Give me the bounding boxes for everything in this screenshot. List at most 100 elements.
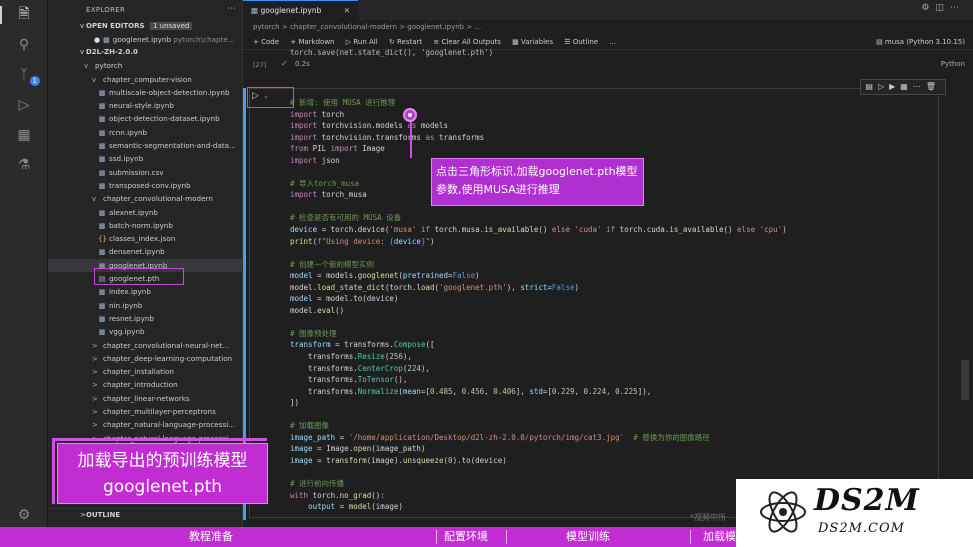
tree-item-label: classes_index.json (109, 234, 176, 244)
nav-model-training[interactable]: 模型训练 (566, 527, 610, 547)
open-editor-item[interactable]: ● ▩ googlenet.ipynb pytorch\chapte... (48, 33, 242, 46)
nav-tutorial-prep[interactable]: 教程准备 (189, 527, 233, 547)
explorer-icon[interactable]: 🗎 (0, 0, 48, 30)
code-token: # 图像预处理 (290, 328, 337, 338)
tree-item[interactable]: ▩ index.ipynb (48, 285, 242, 298)
run-debug-icon[interactable]: ▷ (0, 90, 48, 120)
code-line: transforms.Normalize(mean=[0.485, 0.456,… (290, 386, 787, 398)
run-all-button[interactable]: ▷ Run All (346, 38, 378, 46)
more-button[interactable]: ... (609, 38, 616, 46)
tree-item-label: neural-style.ipynb (109, 101, 174, 111)
code-token: 224 (407, 363, 421, 373)
tree-item[interactable]: {} classes_index.json (48, 232, 242, 245)
tree-item[interactable]: > chapter_deep-learning-computation (48, 352, 242, 365)
nb-file-icon: ▩ (98, 128, 106, 137)
source-control-icon[interactable]: ᛉ1 (0, 60, 48, 90)
tree-item-label: chapter_convolutional-neural-net... (103, 340, 230, 350)
outline-icon: ☰ (564, 38, 573, 46)
settings-icon[interactable]: ⚙ (0, 500, 48, 530)
code-token: = (312, 455, 327, 465)
nav-load-model[interactable]: 加载模 (703, 527, 736, 547)
code-token: unsqueeze (402, 455, 444, 465)
outline-section[interactable]: > OUTLINE (48, 508, 242, 521)
more-actions-icon[interactable]: ⋯ (227, 4, 236, 14)
restart-button[interactable]: ↻ Restart (389, 38, 422, 46)
close-icon[interactable]: ✕ (344, 1, 350, 20)
tree-item[interactable]: ▩ semantic-segmentation-and-data... (48, 139, 242, 152)
tree-item-label: chapter_deep-learning-computation (103, 353, 233, 363)
extensions-icon[interactable]: ▦ (0, 120, 48, 150)
outline-button[interactable]: ☰ Outline (564, 38, 598, 46)
tree-item[interactable]: ▦ submission.csv (48, 166, 242, 179)
code-line: # 检查是否有可用的 MUSA 设备 (290, 212, 787, 224)
tree-item[interactable]: ▩ neural-style.ipynb (48, 99, 242, 112)
open-editors-section[interactable]: v OPEN EDITORS 1 unsaved (48, 20, 242, 33)
tree-item[interactable]: ▩ densenet.ipynb (48, 245, 242, 258)
workspace-root[interactable]: v D2L-ZH-2.0.0 (48, 46, 242, 59)
tree-item-label: index.ipynb (109, 287, 151, 297)
tree-item[interactable]: v pytorch (48, 59, 242, 72)
tree-item[interactable]: ▩ batch-norm.ipynb (48, 219, 242, 232)
code-token: = model. (312, 294, 354, 304)
tree-item[interactable]: > chapter_linear-networks (48, 392, 242, 405)
add-markdown-button[interactable]: + Markdown (290, 38, 334, 46)
tree-item[interactable]: ▩ alexnet.ipynb (48, 206, 242, 219)
tree-item[interactable]: > chapter_introduction (48, 378, 242, 391)
tree-item[interactable]: > chapter_multilayer-perceptrons (48, 405, 242, 418)
tree-item[interactable]: ▩ transposed-conv.ipynb (48, 179, 242, 192)
tree-item[interactable]: ▩ vgg.ipynb (48, 325, 242, 338)
tree-item[interactable]: ▩ multiscale-object-detection.ipynb (48, 86, 242, 99)
tree-item[interactable]: > chapter_natural-language-processi... (48, 418, 242, 431)
code-token: 0.485 (429, 386, 453, 396)
cell-language[interactable]: Python (941, 60, 965, 68)
unsaved-badge: 1 unsaved (149, 22, 193, 30)
scm-badge: 1 (29, 76, 40, 86)
testing-icon[interactable]: ⚗ (0, 150, 48, 180)
tab-googlenet[interactable]: ▩ googlenet.ipynb ✕ (243, 0, 358, 20)
tree-item[interactable]: > chapter_convolutional-neural-net... (48, 339, 242, 352)
code-line: # 加载图像 (290, 420, 787, 432)
code-token: , (484, 386, 494, 396)
clear-outputs-button[interactable]: ≡ Clear All Outputs (433, 38, 501, 46)
code-token: image (290, 455, 313, 465)
editor: ▩ googlenet.ipynb ✕ ⚙◫⋯ pytorch > chapte… (243, 0, 973, 527)
tree-item-label: vgg.ipynb (109, 327, 145, 337)
tree-item[interactable]: ▩ ssd.ipynb (48, 152, 242, 165)
code-token: torch. (308, 490, 340, 500)
tree-item[interactable]: ▩ nin.ipynb (48, 299, 242, 312)
code-token: output (308, 502, 336, 512)
code-token: Image (357, 144, 385, 154)
code-token: transforms. (290, 363, 358, 373)
scrollbar-thumb[interactable] (961, 360, 969, 400)
code-line: import torchvision.models as models (290, 120, 787, 132)
chevron-right-icon: > (92, 421, 98, 430)
code-line: print(f"Using device: {device}") (290, 236, 787, 248)
code-token: (device) (362, 294, 399, 304)
nav-config-env[interactable]: 配置环境 (444, 527, 488, 547)
tree-item[interactable]: ▩ object-detection-dataset.ipynb (48, 112, 242, 125)
tree-item[interactable]: ▩ resnet.ipynb (48, 312, 242, 325)
tree-item-label: chapter_convolutional-modern (103, 194, 213, 204)
variables-button[interactable]: ▦ Variables (512, 38, 553, 46)
chevron-down-icon: ⌄ (263, 92, 269, 100)
code-line: image = Image.open(image_path) (290, 443, 787, 455)
tree-item[interactable]: v chapter_computer-vision (48, 73, 242, 86)
chevron-down-icon: v (80, 48, 85, 57)
cell-toolbar[interactable]: ▤▷▶▦⋯🗑 (860, 79, 946, 95)
code-token: # 新增: 使用 MUSA 进行推理 (290, 98, 396, 107)
search-icon[interactable]: ⚲ (0, 30, 48, 60)
editor-actions[interactable]: ⚙◫⋯ (921, 3, 965, 13)
tree-item[interactable]: ▩ rcnn.ipynb (48, 126, 242, 139)
code-line: # 新增: 使用 MUSA 进行推理 (290, 97, 787, 109)
tree-item[interactable]: > chapter_installation (48, 365, 242, 378)
code-token: CenterCrop (357, 363, 403, 373)
breadcrumb[interactable]: pytorch > chapter_convolutional-modern >… (243, 20, 973, 34)
nb-file-icon: ▩ (98, 221, 106, 230)
run-cell-button[interactable]: ▷ ⌄ (247, 87, 294, 108)
tree-item-label: densenet.ipynb (109, 247, 165, 257)
tree-item-label: object-detection-dataset.ipynb (109, 114, 220, 124)
tree-item[interactable]: v chapter_convolutional-modern (48, 192, 242, 205)
code-token: 0.224 (583, 386, 607, 396)
add-code-button[interactable]: + Code (253, 38, 279, 46)
tree-item-label: submission.csv (109, 167, 164, 177)
